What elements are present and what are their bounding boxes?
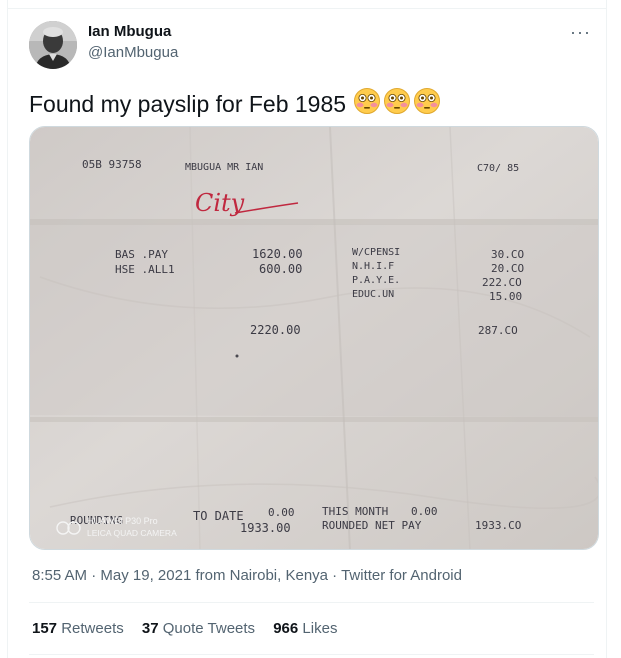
- total-deductions: 287.CO: [478, 324, 518, 337]
- quote-tweets-stat[interactable]: 37 Quote Tweets: [142, 620, 255, 637]
- tweet-photo[interactable]: 05B 93758 MBUGUA MR IAN C70/ 85 City BAS…: [29, 126, 599, 550]
- payslip-image: 05B 93758 MBUGUA MR IAN C70/ 85 City BAS…: [30, 127, 598, 549]
- to-date-value-2: 1933.00: [240, 521, 291, 535]
- camera-watermark-line1: HUAWEI P30 Pro: [87, 516, 158, 526]
- flushed-face-icon: [384, 88, 411, 114]
- tweet-stats: 157 Retweets 37 Quote Tweets 966 Likes: [32, 620, 351, 637]
- deduction-label: N.H.I.F: [352, 261, 394, 272]
- user-name[interactable]: Ian Mbugua: [88, 23, 171, 40]
- tweet-time[interactable]: 8:55 AM: [32, 567, 87, 584]
- top-divider: [8, 8, 606, 9]
- tweet-card: Ian Mbugua @IanMbugua ··· Found my paysl…: [7, 0, 607, 658]
- tweet-source[interactable]: Twitter for Android: [341, 567, 462, 584]
- avatar[interactable]: [29, 21, 77, 69]
- earning-amount: 1620.00: [252, 247, 303, 261]
- meta-divider: [29, 602, 594, 603]
- meta-separator: ·: [87, 567, 101, 584]
- total-earnings: 2220.00: [250, 323, 301, 337]
- likes-stat[interactable]: 966 Likes: [273, 620, 337, 637]
- stats-divider: [29, 654, 594, 655]
- net-pay-value: 1933.CO: [475, 519, 521, 532]
- deduction-amount: 20.CO: [491, 262, 524, 275]
- tweet-text: Found my payslip for Feb 1985: [29, 87, 441, 118]
- to-date-label: TO DATE: [193, 509, 244, 523]
- rounded-net-pay-label: ROUNDED NET PAY: [322, 519, 422, 532]
- retweets-stat[interactable]: 157 Retweets: [32, 620, 124, 637]
- flushed-face-emoji-group: [354, 88, 441, 114]
- camera-watermark-line2: LEICA QUAD CAMERA: [87, 528, 177, 538]
- deduction-amount: 15.00: [489, 290, 522, 303]
- deduction-label: W/CPENSI: [352, 247, 400, 258]
- deduction-amount: 222.CO: [482, 276, 522, 289]
- deduction-label: EDUC.UN: [352, 289, 394, 300]
- payslip-employee: MBUGUA MR IAN: [185, 162, 263, 173]
- earning-amount: 600.00: [259, 262, 302, 276]
- deduction-amount: 30.CO: [491, 248, 524, 261]
- flushed-face-icon: [354, 88, 381, 114]
- this-month-label: THIS MONTH: [322, 505, 388, 518]
- tweet-text-content: Found my payslip for Feb 1985: [29, 91, 347, 117]
- tweet-date-location[interactable]: May 19, 2021 from Nairobi, Kenya: [100, 567, 328, 584]
- this-month-value: 0.00: [411, 505, 438, 518]
- payslip-code: 05B 93758: [82, 158, 142, 171]
- more-options-icon[interactable]: ···: [570, 22, 591, 43]
- to-date-value: 0.00: [268, 506, 295, 519]
- meta-separator: ·: [328, 567, 342, 584]
- payslip-period: C70/ 85: [477, 163, 519, 174]
- flushed-face-icon: [414, 88, 441, 114]
- user-handle[interactable]: @IanMbugua: [88, 44, 178, 61]
- earning-label: HSE .ALL1: [115, 263, 175, 276]
- earning-label: BAS .PAY: [115, 248, 168, 261]
- tweet-meta: 8:55 AM · May 19, 2021 from Nairobi, Ken…: [32, 567, 462, 584]
- deduction-label: P.A.Y.E.: [352, 275, 400, 286]
- avatar-image: [29, 21, 77, 69]
